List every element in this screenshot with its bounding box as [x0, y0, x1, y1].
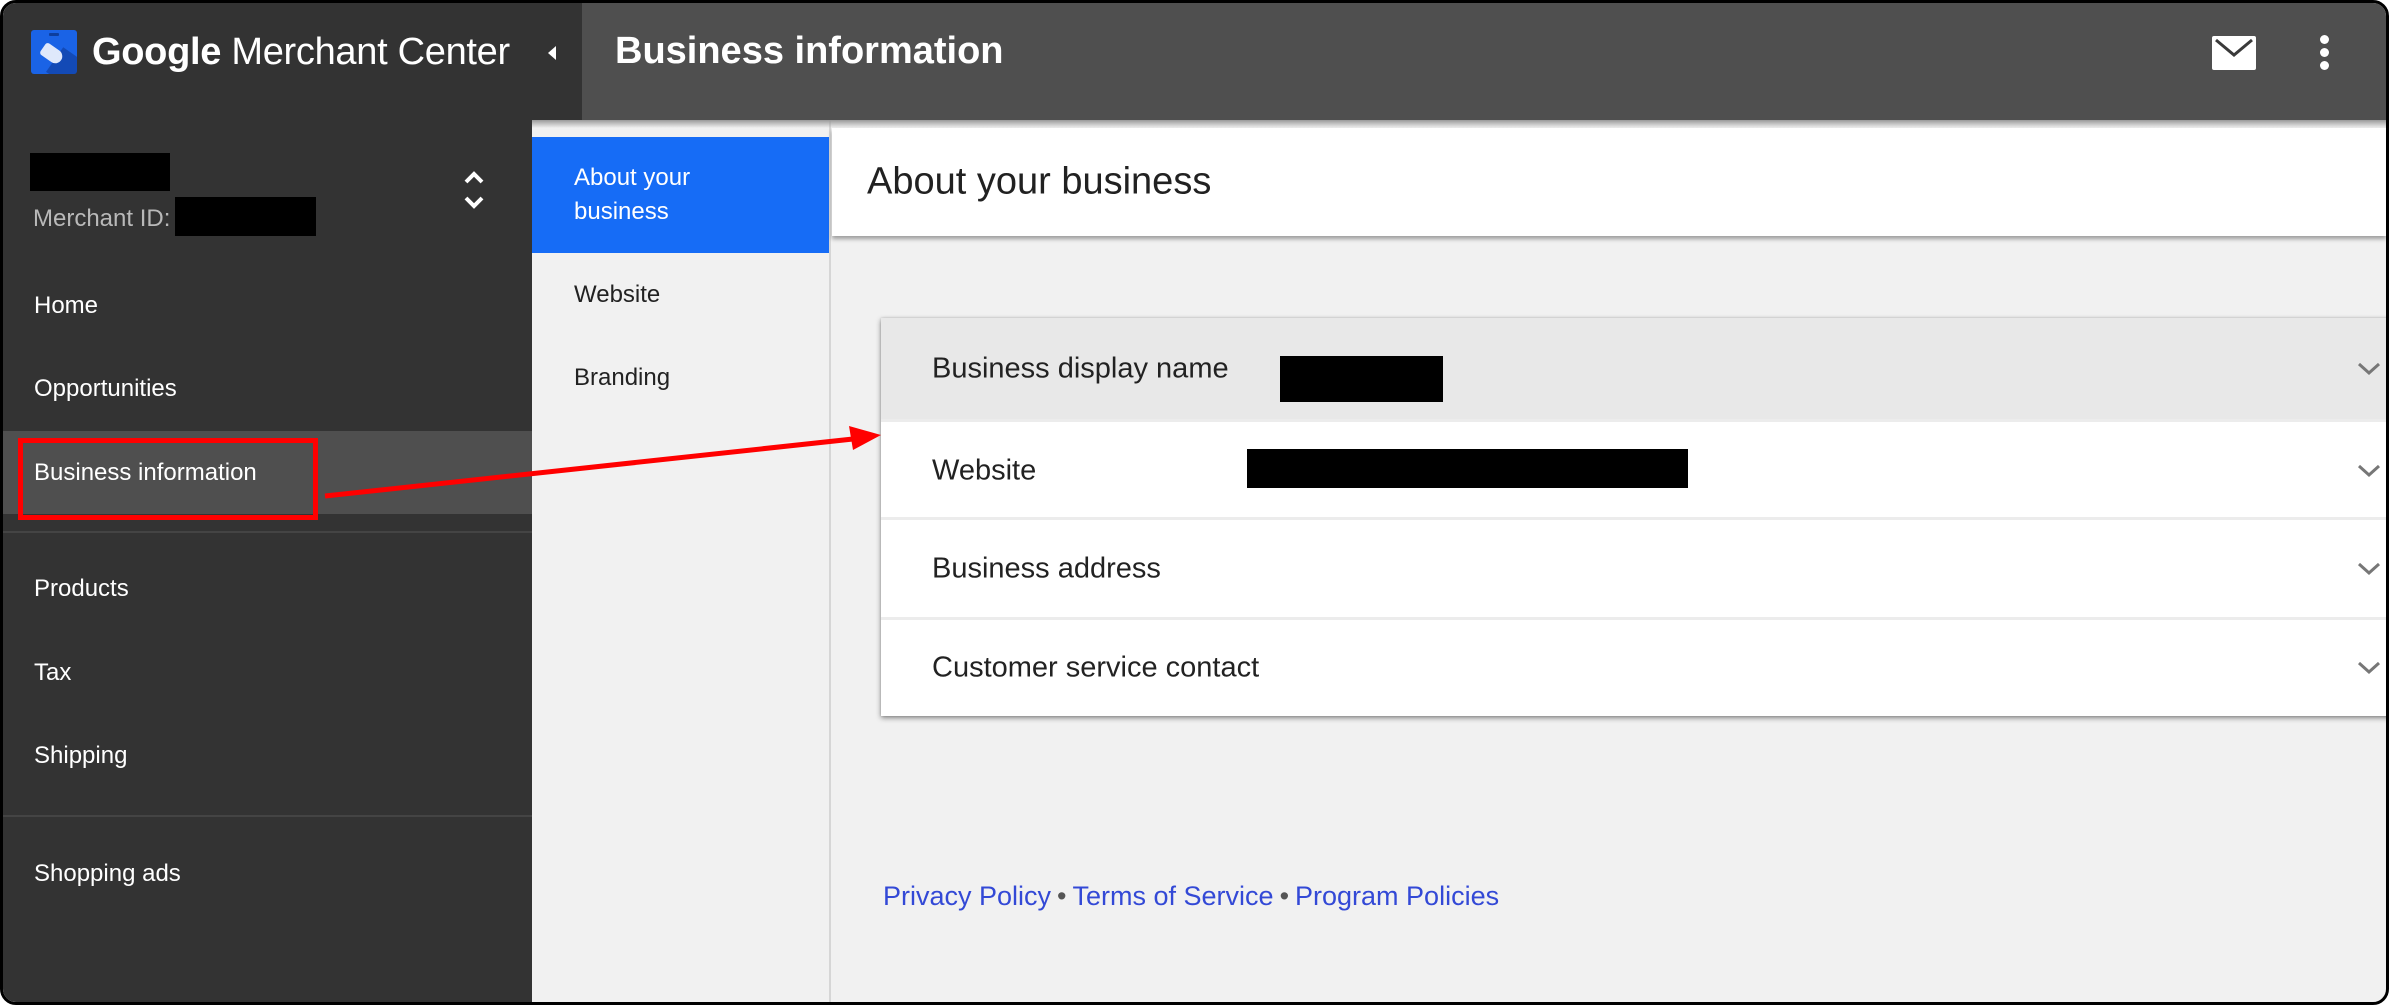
- merchant-id-label: Merchant ID:: [33, 205, 171, 232]
- sidebar: Merchant ID: Home Opportunities Business…: [3, 120, 532, 1002]
- subnav: About your business Website Branding: [532, 120, 831, 1002]
- subnav-item-label: Branding: [574, 364, 671, 391]
- dot: [2320, 48, 2329, 57]
- subnav-item-branding[interactable]: Branding: [532, 337, 829, 421]
- sidebar-item-opportunities[interactable]: Opportunities: [3, 348, 532, 430]
- mail-icon[interactable]: [2212, 36, 2256, 70]
- sidebar-divider: [3, 531, 532, 533]
- brand-name: Google Merchant Center: [92, 31, 510, 74]
- sidebar-item-label: Home: [34, 292, 99, 319]
- brand-bar: Google Merchant Center: [3, 3, 582, 120]
- business-info-card: Business display name Website Business a…: [881, 318, 2386, 716]
- sidebar-item-shipping[interactable]: Shipping: [3, 715, 532, 797]
- collapse-sidebar-caret-left-icon[interactable]: [543, 41, 563, 65]
- row-customer-service-contact[interactable]: Customer service contact: [881, 617, 2386, 716]
- annotation-highlight-box: [18, 438, 318, 520]
- privacy-policy-link[interactable]: Privacy Policy: [883, 881, 1051, 911]
- section-header: About your business: [832, 128, 2386, 236]
- sidebar-item-label: Shopping ads: [34, 860, 181, 887]
- account-switch-unfold-more-icon[interactable]: [458, 168, 490, 212]
- sidebar-item-label: Tax: [34, 659, 72, 686]
- sidebar-item-products[interactable]: Products: [3, 548, 532, 630]
- program-policies-link[interactable]: Program Policies: [1295, 881, 1499, 911]
- subnav-item-website[interactable]: Website: [532, 253, 829, 337]
- chevron-down-icon[interactable]: [2356, 361, 2382, 377]
- app-window: Google Merchant Center Business informat…: [0, 0, 2389, 1005]
- sidebar-item-home[interactable]: Home: [3, 265, 532, 347]
- dot: [2320, 35, 2329, 44]
- business-display-name-value-redacted: [1280, 356, 1443, 402]
- chevron-down-icon[interactable]: [2356, 660, 2382, 676]
- app-bar: Business information: [582, 3, 2386, 120]
- subnav-item-label: Website: [574, 281, 661, 308]
- sidebar-item-tax[interactable]: Tax: [3, 632, 532, 714]
- row-label: Business display name: [932, 352, 1229, 384]
- footer-separator: •: [1279, 881, 1290, 911]
- chevron-down-icon[interactable]: [2356, 561, 2382, 577]
- row-business-address[interactable]: Business address: [881, 517, 2386, 617]
- subnav-item-label: About your business: [574, 164, 691, 225]
- page-title: Business information: [615, 30, 1004, 72]
- row-label: Customer service contact: [932, 651, 1260, 684]
- dot: [2320, 61, 2329, 70]
- brand-product: Merchant Center: [221, 31, 510, 73]
- footer-links: Privacy Policy • Terms of Service • Program …: [883, 881, 1499, 912]
- merchant-id-redacted: [175, 197, 316, 236]
- more-vert-icon[interactable]: [2312, 33, 2336, 73]
- row-website[interactable]: Website: [881, 419, 2386, 519]
- sidebar-item-shopping-ads[interactable]: Shopping ads: [3, 833, 532, 915]
- website-value-redacted: [1247, 449, 1688, 488]
- footer-separator: •: [1057, 881, 1067, 911]
- chevron-down-icon[interactable]: [2356, 463, 2382, 479]
- section-title: About your business: [867, 160, 1212, 203]
- brand-google: Google: [92, 31, 222, 73]
- subnav-item-about-your-business[interactable]: About your business: [532, 137, 829, 253]
- row-label: Business address: [932, 552, 1161, 584]
- row-business-display-name[interactable]: Business display name: [881, 318, 2386, 419]
- merchant-center-logo-icon[interactable]: [31, 30, 77, 74]
- sidebar-item-label: Products: [34, 575, 129, 602]
- annotation-arrow-head: [849, 426, 881, 450]
- terms-of-service-link[interactable]: Terms of Service: [1073, 881, 1274, 911]
- account-name-redacted: [30, 153, 170, 191]
- sidebar-item-label: Opportunities: [34, 375, 177, 402]
- app-bar-shadow: [532, 120, 2386, 128]
- sidebar-divider: [3, 815, 532, 817]
- sidebar-item-label: Shipping: [34, 742, 128, 769]
- row-label: Website: [932, 454, 1037, 486]
